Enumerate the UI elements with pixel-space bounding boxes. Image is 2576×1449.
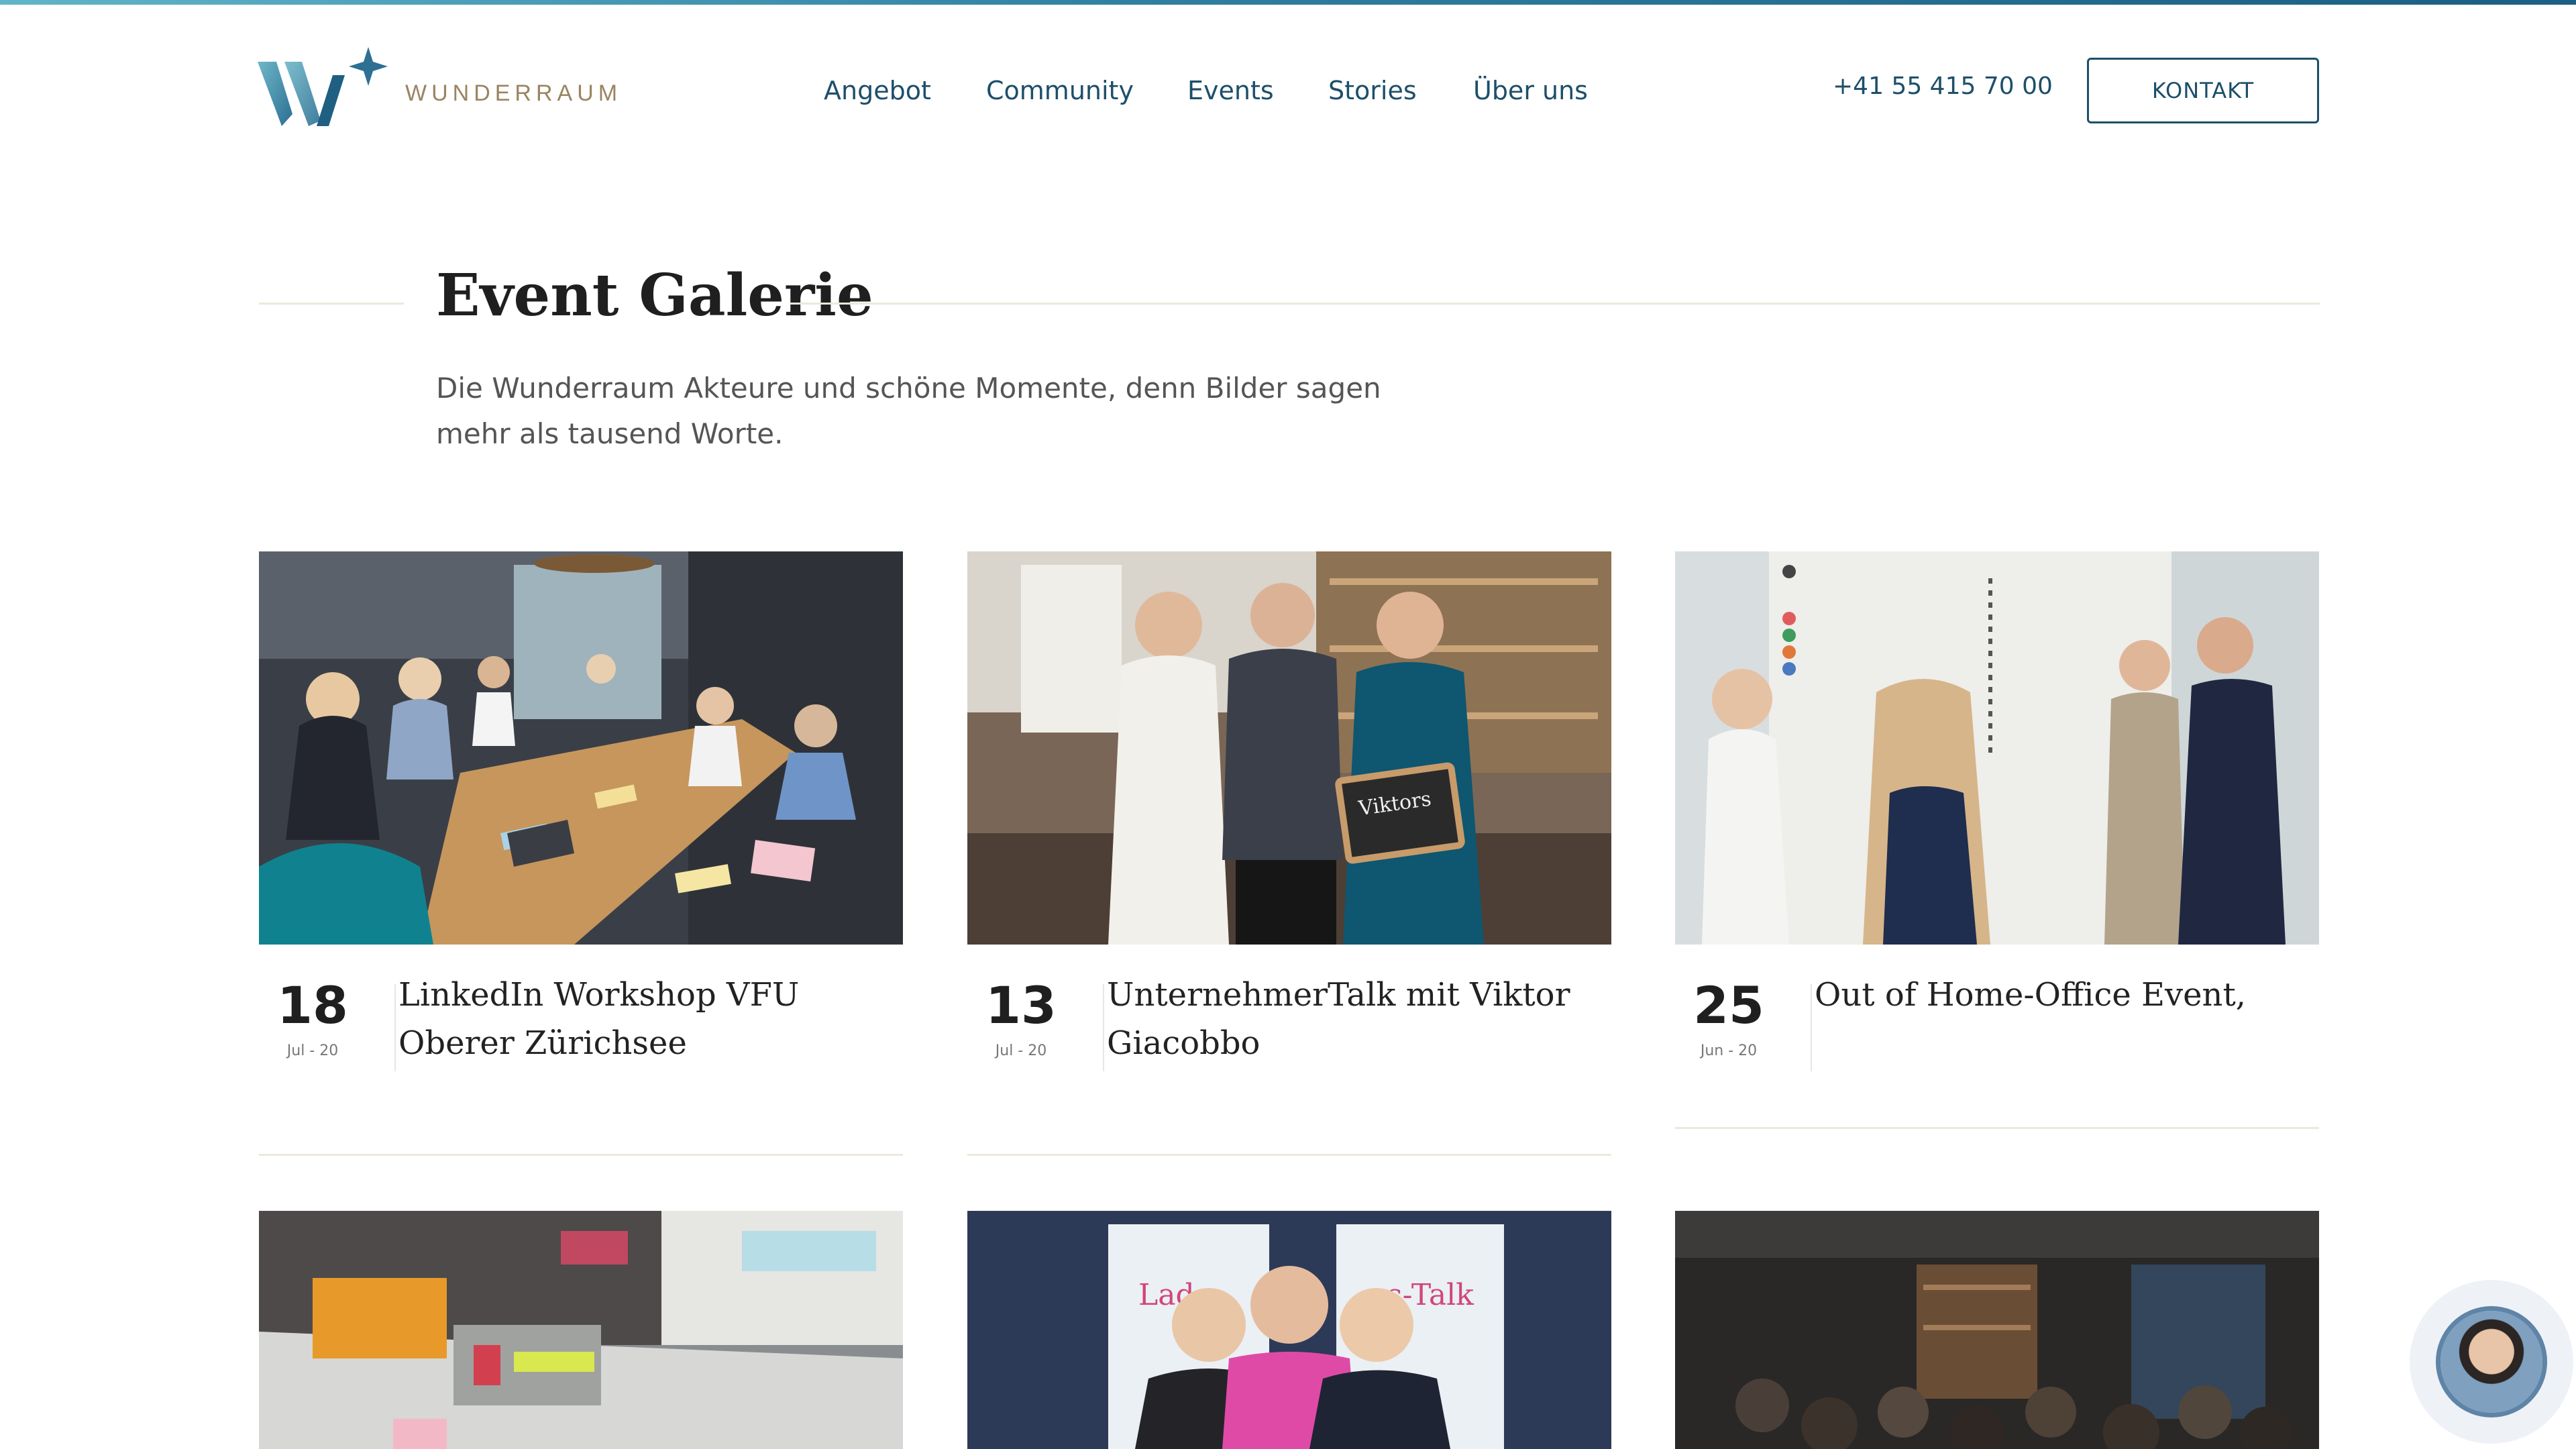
card-divider: [259, 1154, 903, 1156]
date-separator: [1103, 984, 1104, 1071]
event-card[interactable]: Lad es-Talk: [967, 1211, 1611, 1449]
logo-wordmark: WUNDERRAUM: [405, 80, 623, 106]
event-title[interactable]: Out of Home-Office Event,: [1815, 971, 2304, 1019]
event-month: Jul - 20: [286, 1042, 339, 1059]
nav-stories[interactable]: Stories: [1328, 76, 1417, 105]
nav-events[interactable]: Events: [1187, 76, 1274, 105]
logo-w-icon: [258, 47, 388, 126]
event-photo[interactable]: [259, 1211, 903, 1449]
nav-ueber-uns[interactable]: Über uns: [1473, 76, 1588, 105]
event-photo[interactable]: Lad es-Talk: [967, 1211, 1611, 1449]
event-photo[interactable]: [259, 551, 903, 945]
event-title[interactable]: UnternehmerTalk mit Viktor Giacobbo: [1107, 971, 1597, 1067]
phone-link[interactable]: +41 55 415 70 00: [1833, 72, 2053, 100]
event-card[interactable]: [259, 1211, 903, 1449]
card-divider: [1675, 1127, 2319, 1129]
event-month: Jul - 20: [995, 1042, 1047, 1059]
event-day: 25: [1693, 975, 1764, 1035]
event-photo[interactable]: [1675, 1211, 2319, 1449]
title-rule-left: [259, 303, 404, 305]
chat-avatar-icon: [2440, 1311, 2542, 1413]
wunderraum-logo[interactable]: WUNDERRAUM: [258, 47, 647, 134]
event-day: 13: [985, 975, 1057, 1035]
event-day: 18: [277, 975, 348, 1035]
event-title[interactable]: LinkedIn Workshop VFU Oberer Zürichsee: [398, 971, 888, 1067]
event-photo[interactable]: Viktors: [967, 551, 1611, 945]
chat-widget-button[interactable]: [2410, 1280, 2573, 1444]
date-separator: [394, 984, 396, 1071]
nav-angebot[interactable]: Angebot: [824, 76, 931, 105]
section-intro: Die Wunderraum Akteure und schöne Moment…: [436, 372, 1381, 450]
nav-community[interactable]: Community: [986, 76, 1134, 105]
event-month: Jun - 20: [1700, 1042, 1758, 1059]
card-divider: [967, 1154, 1611, 1156]
event-card[interactable]: 18 Jul - 20 LinkedIn Workshop VFU Oberer…: [259, 551, 903, 1156]
contact-button[interactable]: KONTAKT: [2087, 58, 2319, 123]
event-photo[interactable]: [1675, 551, 2319, 945]
date-separator: [1811, 984, 1812, 1071]
event-card[interactable]: [1675, 1211, 2319, 1449]
top-accent-bar: [0, 0, 2576, 5]
title-rule-right: [790, 303, 2320, 305]
event-card[interactable]: Viktors 13 Jul - 20 UnternehmerTalk mit …: [967, 551, 1611, 1156]
event-card[interactable]: 25 Jun - 20 Out of Home-Office Event,: [1675, 551, 2319, 1142]
page-title: Event Galerie: [436, 262, 873, 329]
